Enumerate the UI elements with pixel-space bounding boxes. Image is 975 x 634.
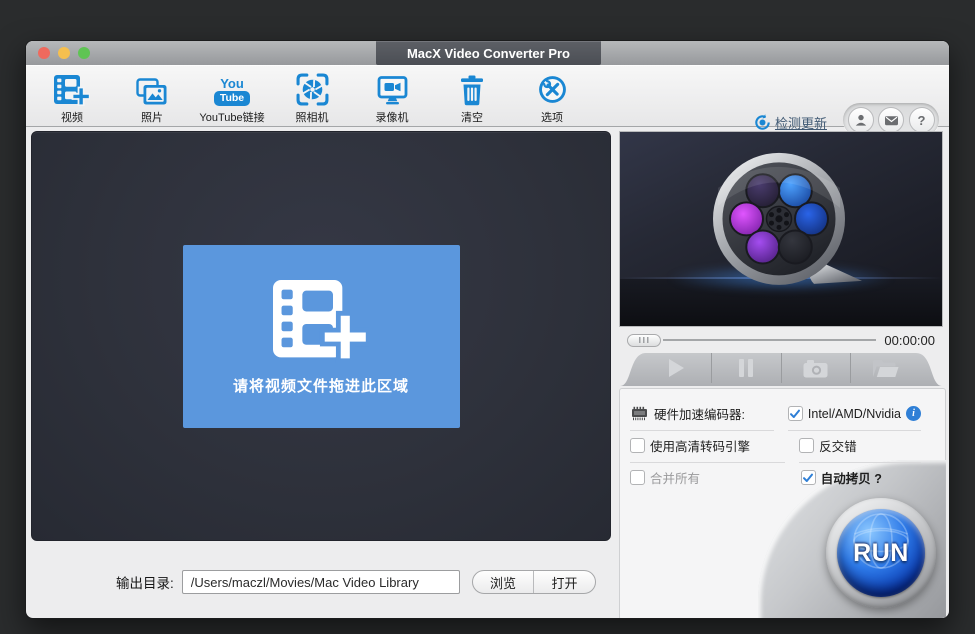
browse-button[interactable]: 浏览 [473,571,534,593]
desktop: { "titlebar": { "title": "MacX Video Con… [0,0,975,634]
snapshot-button[interactable] [781,353,851,383]
open-button[interactable]: 打开 [533,571,595,593]
toolbar-label: 照相机 [296,109,329,125]
pause-button[interactable] [711,353,781,383]
merge-all-label: 合并所有 [650,468,700,487]
video-add-icon [54,70,90,106]
toolbar-label: 视频 [61,109,83,125]
toolbar-label: 清空 [461,109,483,125]
pause-icon [739,359,753,377]
question-icon: ? [918,113,926,128]
intel-amd-nvidia-label: Intel/AMD/Nvidia [808,407,901,421]
chip-icon [630,406,649,421]
zoom-window-button[interactable] [78,47,90,59]
camera-icon [296,70,329,106]
info-icon[interactable]: i [906,406,921,421]
app-window: MacX Video Converter Pro 视频 [25,40,950,619]
film-reel-logo [698,144,864,296]
seek-bar: 00:00:00 [619,329,943,351]
video-drop-zone[interactable]: 请将视频文件拖进此区域 [31,131,611,541]
toolbar-item-options[interactable]: 选项 [512,70,592,125]
contact-button[interactable] [878,107,904,133]
video-preview [619,131,943,327]
youtube-icon: You Tube [214,70,250,106]
screen-recorder-icon [376,70,409,106]
window-controls [38,47,90,59]
settings-panel: 硬件加速编码器: Intel/AMD/Nvidia i 使用高清转码引擎 [619,388,946,619]
checkbox-merge-all[interactable] [630,470,645,485]
toolbar-label: YouTube链接 [199,109,264,125]
output-path-input[interactable] [182,570,460,594]
folder-icon [872,359,899,378]
toolbar-label: 选项 [541,109,563,125]
toolbar-item-recorder[interactable]: 录像机 [352,70,432,125]
window-title: MacX Video Converter Pro [376,41,601,65]
camera-snapshot-icon [803,359,828,378]
deinterlace-label: 反交错 [819,436,857,455]
play-icon [669,359,684,377]
options-icon [536,70,569,106]
hw-encoder-label: 硬件加速编码器: [654,404,745,423]
refresh-icon [754,114,771,131]
check-update-link[interactable]: 检测更新 [754,113,827,132]
toolbar-item-camera[interactable]: 照相机 [272,70,352,125]
playback-controls [620,353,942,386]
minimize-window-button[interactable] [58,47,70,59]
auto-copy-label: 自动拷贝 ? [821,468,882,487]
toolbar-label: 录像机 [376,109,409,125]
run-button[interactable]: RUN [826,498,936,608]
toolbar-item-photo[interactable]: 照片 [112,70,192,125]
checkbox-intel-amd-nvidia[interactable] [788,406,803,421]
drag-target-box[interactable]: 请将视频文件拖进此区域 [183,245,460,428]
film-plus-icon [273,277,369,363]
toolbar-item-youtube[interactable]: You Tube YouTube链接 [192,70,272,125]
run-label: RUN [853,539,909,568]
mail-icon [884,114,899,127]
checkbox-deinterlace[interactable] [799,438,814,453]
output-directory-row: 输出目录: 浏览 打开 [116,569,596,595]
play-button[interactable] [642,353,711,383]
open-folder-button[interactable] [850,353,920,383]
title-bar: MacX Video Converter Pro [26,41,949,65]
toolbar-item-clear[interactable]: 清空 [432,70,512,125]
help-button[interactable]: ? [909,107,935,133]
close-window-button[interactable] [38,47,50,59]
seek-slider-thumb[interactable] [627,334,661,347]
toolbar-item-video[interactable]: 视频 [32,70,112,125]
user-icon [854,113,868,127]
playback-time: 00:00:00 [884,333,935,348]
checkbox-auto-copy[interactable] [801,470,816,485]
trash-icon [458,70,486,106]
hd-engine-label: 使用高清转码引擎 [650,436,750,455]
drop-hint-text: 请将视频文件拖进此区域 [233,375,409,396]
account-button[interactable] [848,107,874,133]
output-button-group: 浏览 打开 [472,570,596,594]
main-toolbar: 视频 照片 You Tube [26,65,949,127]
photos-icon [136,70,168,106]
output-directory-label: 输出目录: [116,572,174,592]
checkbox-hd-engine[interactable] [630,438,645,453]
toolbar-label: 照片 [141,109,163,125]
seek-track[interactable] [663,339,876,341]
